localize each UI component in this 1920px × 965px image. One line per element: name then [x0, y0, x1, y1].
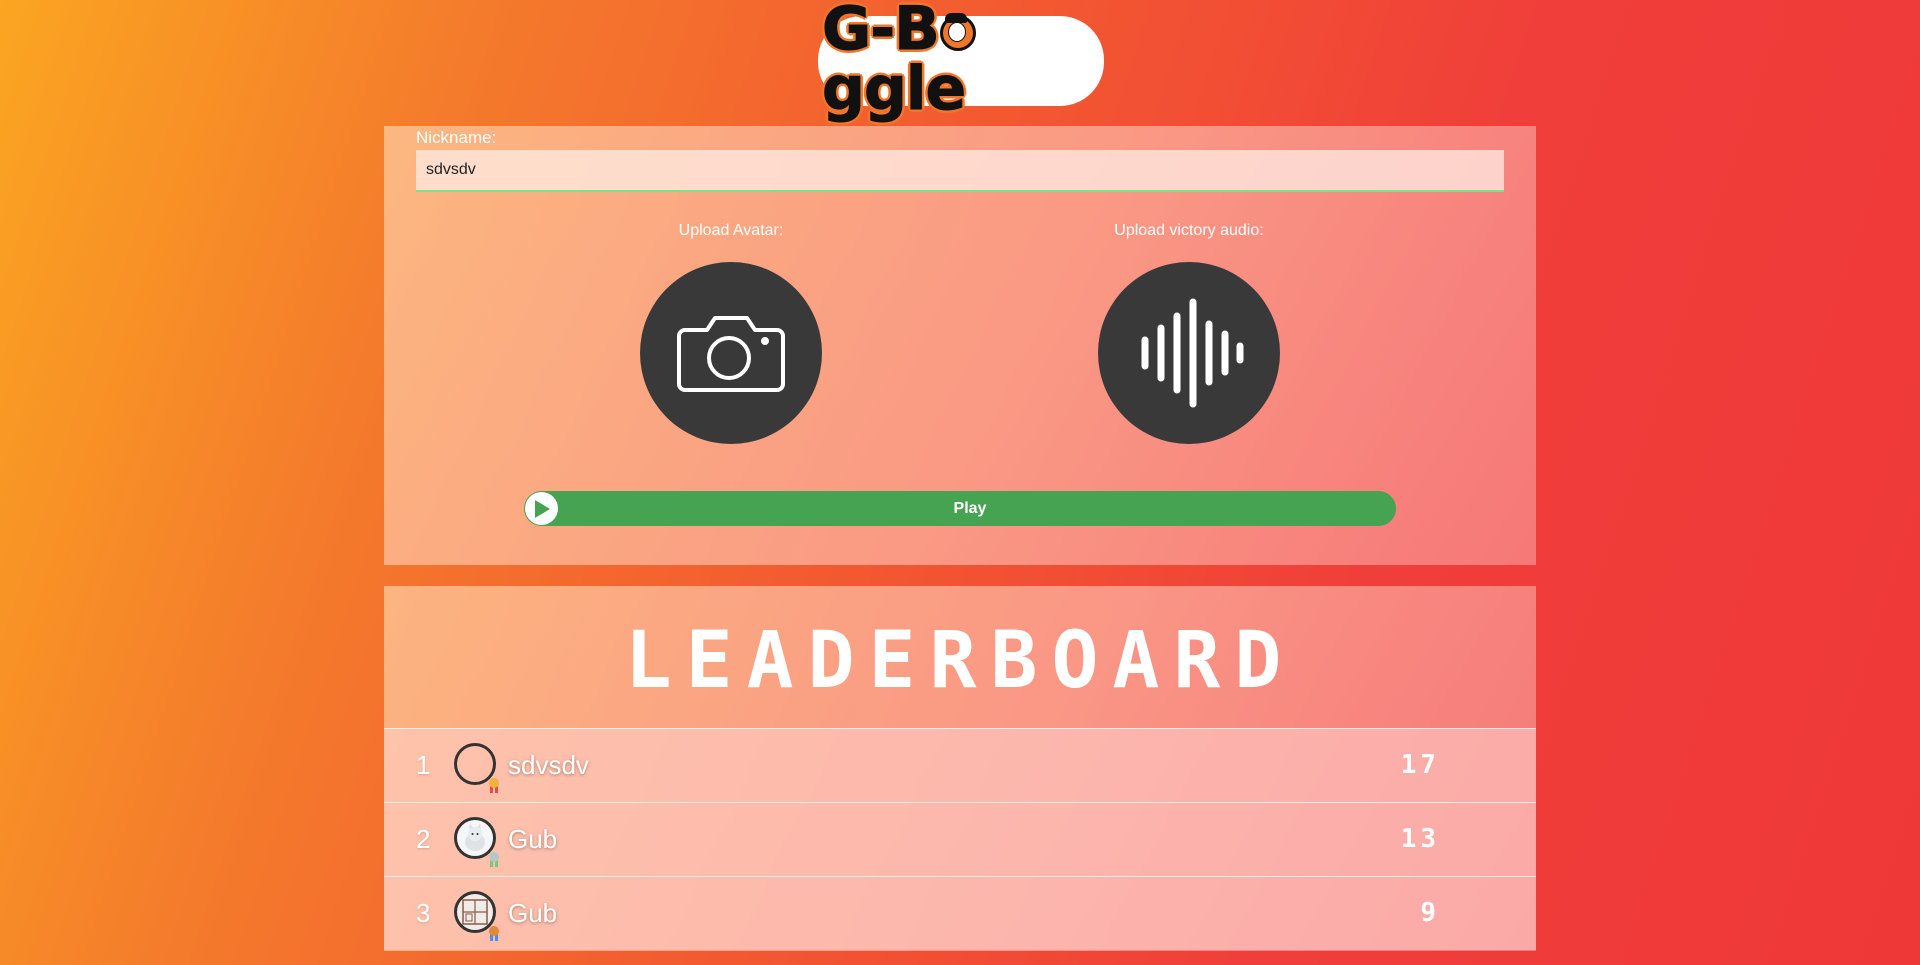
player-name: Gub: [508, 824, 558, 854]
player-name: sdvsdv: [508, 750, 589, 780]
rank-number: 3: [416, 898, 431, 928]
player-score: 17: [1400, 750, 1440, 780]
gold-medal-icon: [489, 778, 499, 793]
player-score: 13: [1400, 824, 1440, 854]
upload-avatar-label: Upload Avatar:: [678, 222, 784, 239]
play-label: Play: [953, 500, 987, 517]
leaderboard-row: 3 Gub 9: [384, 876, 1536, 950]
upload-avatar-button[interactable]: [640, 262, 822, 444]
rank-number: 2: [416, 824, 431, 854]
camera-icon: [677, 316, 785, 392]
logo-mascot-icon: [939, 9, 977, 51]
player-score: 9: [1420, 898, 1440, 928]
player-name: Gub: [508, 898, 558, 928]
leaderboard-panel: LEADERBOARD 1 sdvsdv 17 2 Gub 13 3 Gub 9: [384, 586, 1536, 951]
rank-number: 1: [416, 750, 431, 780]
play-button[interactable]: Play: [524, 491, 1396, 526]
app-logo: G-B ggle: [821, 0, 1100, 120]
leaderboard-row: 2 Gub 13: [384, 802, 1536, 876]
player-setup-panel: Nickname: Upload Avatar: Upload victory …: [384, 126, 1536, 565]
audio-waveform-icon: [1141, 298, 1244, 408]
leaderboard-title: LEADERBOARD: [624, 616, 1296, 706]
nickname-label: Nickname:: [416, 128, 497, 147]
bronze-medal-icon: [489, 926, 499, 941]
nickname-input[interactable]: [416, 150, 1504, 192]
leaderboard-row: 1 sdvsdv 17: [384, 728, 1536, 802]
upload-audio-label: Upload victory audio:: [1114, 222, 1264, 239]
logo-wordmark: G-B ggle: [821, 0, 1100, 120]
upload-audio-button[interactable]: [1098, 262, 1280, 444]
silver-medal-icon: [489, 852, 499, 867]
